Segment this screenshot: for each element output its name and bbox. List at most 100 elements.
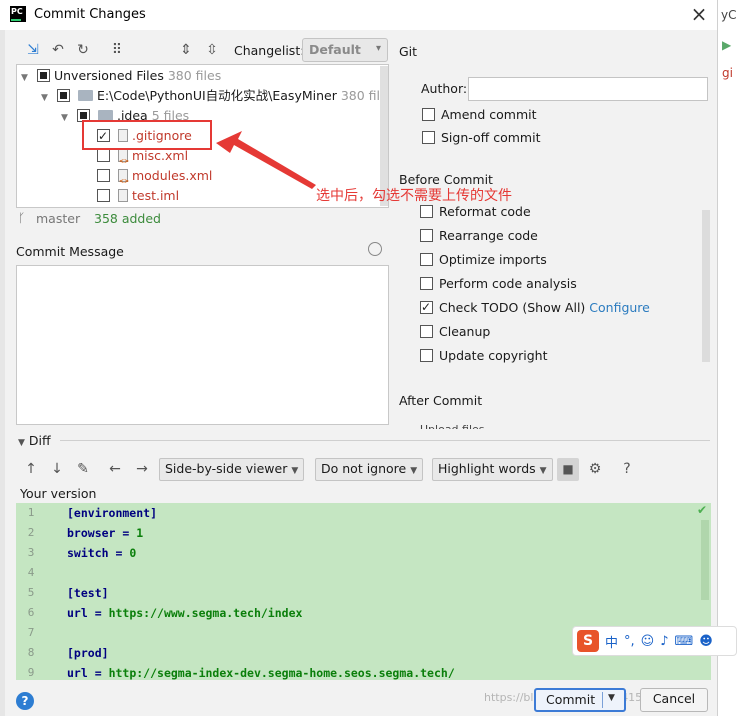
chevron-down-icon[interactable]: ▼ [21, 68, 33, 88]
signoff-commit-option[interactable]: Sign-off commit [422, 129, 541, 147]
cleanup-checkbox[interactable] [420, 325, 433, 338]
cleanup-option[interactable]: Cleanup [420, 323, 490, 341]
check-todo-option[interactable]: Check TODO (Show All) Configure [420, 298, 650, 317]
unversioned-checkbox[interactable] [36, 69, 50, 82]
optimize-imports-option[interactable]: Optimize imports [420, 251, 547, 269]
update-copyright-checkbox[interactable] [420, 349, 433, 362]
code-line: switch = 0 [67, 546, 137, 560]
code-line: url = http://segma-index-dev.segma-home.… [67, 666, 455, 680]
changelist-label: Changelist: [234, 43, 305, 58]
added-count: 358 added [94, 211, 161, 226]
help-diff-icon[interactable]: ? [618, 461, 636, 479]
line-number: 4 [27, 566, 35, 579]
history-icon[interactable] [368, 242, 382, 256]
tree-file-modules[interactable]: modules.xml [97, 166, 212, 192]
amend-commit-option[interactable]: Amend commit [422, 106, 537, 124]
commit-button[interactable]: Commit ▼ [534, 688, 626, 712]
sogou-logo-icon[interactable]: S [577, 630, 599, 652]
check-icon: ✔ [697, 503, 708, 517]
keyboard-icon[interactable]: ⌨ [675, 634, 694, 649]
line-number: 1 [27, 506, 35, 519]
left-edge [0, 30, 5, 716]
misc-checkbox[interactable] [97, 149, 110, 162]
tree-node-unversioned[interactable]: ▼ Unversioned Files 380 files [21, 66, 221, 86]
code-analysis-option[interactable]: Perform code analysis [420, 275, 577, 293]
ime-toolbar[interactable]: S 中 °, ☺ ♪ ⌨ ☻ [572, 626, 737, 656]
code-line: browser = 1 [67, 526, 144, 540]
diff-toggle[interactable]: ▼ Diff [18, 433, 51, 448]
highlight-select[interactable]: Highlight words ▼ [432, 458, 553, 481]
reformat-code-checkbox[interactable] [420, 205, 433, 218]
before-commit-label: Before Commit [399, 172, 493, 187]
after-commit-label: After Commit [399, 393, 483, 408]
annotation-text: 选中后，勾选不需要上传的文件 [316, 188, 512, 204]
update-copyright-option[interactable]: Update copyright [420, 347, 547, 365]
chevron-down-icon[interactable]: ▼ [608, 693, 615, 703]
modules-checkbox[interactable] [97, 169, 110, 182]
chevron-down-icon: ▼ [291, 466, 299, 476]
author-input[interactable] [468, 77, 708, 101]
help-icon[interactable]: ? [16, 692, 34, 710]
window-title: Commit Changes [34, 7, 146, 22]
ignore-select[interactable]: Do not ignore ▼ [315, 458, 424, 481]
chevron-down-icon[interactable]: ▼ [41, 88, 53, 108]
branch-name: master [36, 211, 81, 226]
back-icon[interactable]: ← [106, 461, 124, 479]
commit-message-input[interactable] [16, 265, 389, 425]
changelist-select[interactable]: Default ▾ [302, 38, 388, 62]
code-line: [environment] [67, 506, 158, 520]
tree-node-project-path[interactable]: ▼ E:\Code\PythonUI自动化实战\EasyMiner 380 fi… [41, 86, 388, 108]
line-number: 8 [27, 646, 35, 659]
code-line: url = https://www.segma.tech/index [67, 606, 303, 620]
rollback-icon[interactable]: ↶ [49, 42, 67, 60]
gear-icon[interactable]: ⚙ [586, 461, 604, 479]
collapse-all-icon[interactable]: ⇳ [203, 42, 221, 60]
your-version-label: Your version [20, 486, 97, 501]
forward-icon[interactable]: → [133, 461, 151, 479]
reformat-code-option[interactable]: Reformat code [420, 203, 531, 221]
previous-difference-icon[interactable]: ↑ [22, 461, 40, 479]
tree-file-test-iml[interactable]: test.iml [97, 186, 179, 206]
xml-file-icon [117, 149, 129, 172]
next-difference-icon[interactable]: ↓ [48, 461, 66, 479]
lock-icon[interactable]: ■ [557, 458, 579, 481]
code-line: [test] [67, 586, 109, 600]
iml-file-icon [117, 189, 128, 202]
close-icon[interactable]: × [688, 4, 710, 26]
rearrange-code-checkbox[interactable] [420, 229, 433, 242]
refresh-icon[interactable]: ↻ [74, 42, 92, 60]
check-todo-checkbox[interactable] [420, 298, 433, 316]
annotation-arrow [216, 131, 316, 189]
emoji-icon[interactable]: ☺ [641, 634, 655, 649]
chevron-down-icon[interactable]: ▼ [61, 108, 73, 128]
optimize-imports-checkbox[interactable] [420, 253, 433, 266]
options-scrollbar[interactable] [702, 210, 710, 362]
viewer-select[interactable]: Side-by-side viewer ▼ [159, 458, 305, 481]
chevron-down-icon: ▾ [375, 43, 381, 54]
line-number: 6 [27, 606, 35, 619]
line-number: 3 [27, 546, 35, 559]
code-scrollbar[interactable] [701, 520, 709, 600]
code-analysis-checkbox[interactable] [420, 277, 433, 290]
chevron-down-icon: ▼ [410, 466, 418, 476]
move-to-changelist-icon[interactable]: ⇲ [24, 42, 42, 60]
ime-punct[interactable]: °, [624, 634, 635, 649]
user-icon[interactable]: ☻ [699, 634, 713, 649]
configure-link[interactable]: Configure [589, 300, 650, 315]
expand-all-icon[interactable]: ⇕ [177, 42, 195, 60]
edit-icon[interactable]: ✎ [74, 461, 92, 479]
xml-file-icon [117, 169, 129, 192]
line-number: 9 [27, 666, 35, 679]
group-by-icon[interactable]: ⠿ [108, 42, 126, 60]
line-number: 5 [27, 586, 35, 599]
signoff-commit-checkbox[interactable] [422, 131, 435, 144]
line-number: 7 [27, 626, 35, 639]
ime-mode[interactable]: 中 [605, 632, 618, 651]
amend-commit-checkbox[interactable] [422, 108, 435, 121]
branch-icon: ᚴ [18, 211, 26, 225]
project-path-checkbox[interactable] [56, 89, 70, 102]
test-iml-checkbox[interactable] [97, 189, 110, 202]
cancel-button[interactable]: Cancel [640, 688, 708, 712]
rearrange-code-option[interactable]: Rearrange code [420, 227, 538, 245]
microphone-icon[interactable]: ♪ [660, 634, 668, 649]
